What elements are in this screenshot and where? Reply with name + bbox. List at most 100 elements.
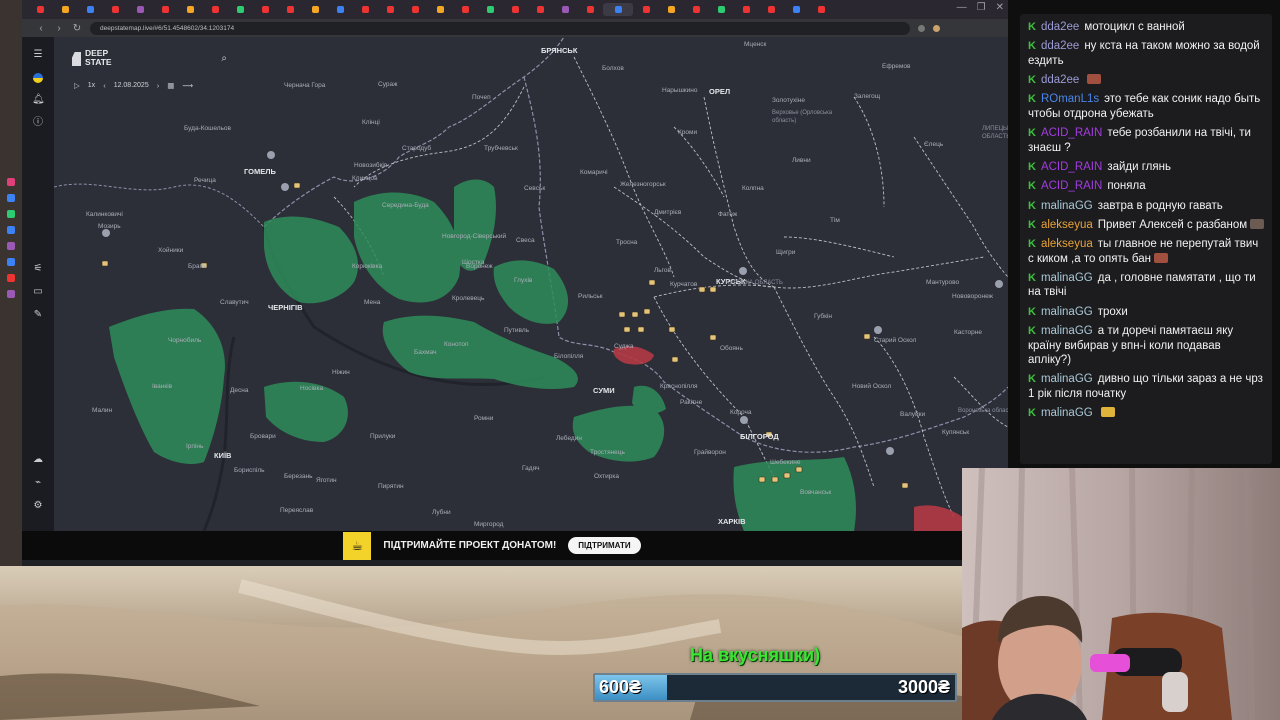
- taskbar-app-icon[interactable]: [7, 258, 15, 266]
- taskbar-app-icon[interactable]: [7, 274, 15, 282]
- browser-tab[interactable]: [503, 3, 527, 16]
- close-icon[interactable]: ✕: [996, 2, 1004, 13]
- calendar-icon[interactable]: ▦: [167, 81, 174, 90]
- draw-icon[interactable]: ✎: [32, 309, 44, 321]
- flag-icon[interactable]: [32, 72, 44, 84]
- chat-username[interactable]: ROmanL1s: [1041, 93, 1099, 105]
- donate-button[interactable]: ПІДТРИМАТИ: [568, 537, 641, 554]
- filters-icon[interactable]: ⚟: [32, 263, 44, 275]
- browser-tab[interactable]: [353, 3, 377, 16]
- chat-messages: Kdda2ee мотоцикл с ванной Kdda2ee ну кста н…: [1020, 14, 1272, 464]
- browser-tab[interactable]: [578, 3, 602, 16]
- browser-tab[interactable]: [128, 3, 152, 16]
- map-shapes: [54, 37, 1008, 531]
- minimize-icon[interactable]: —: [957, 2, 967, 13]
- profile-icon[interactable]: [933, 24, 940, 32]
- next-day-icon[interactable]: ›: [157, 81, 160, 90]
- back-icon[interactable]: ‹: [36, 23, 46, 34]
- tab-favicon-icon: [336, 6, 344, 13]
- notifications-icon[interactable]: 🔔︎: [32, 94, 45, 106]
- weather-icon[interactable]: ☁: [32, 454, 44, 466]
- taskbar-app-icon[interactable]: [7, 178, 15, 186]
- browser-tab[interactable]: [759, 3, 783, 16]
- play-icon[interactable]: ▷: [74, 81, 80, 90]
- taskbar-app-icon[interactable]: [7, 242, 15, 250]
- chat-username[interactable]: ACID_RAIN: [1041, 127, 1102, 139]
- browser-tab[interactable]: [303, 3, 327, 16]
- maximize-icon[interactable]: ❐: [977, 2, 986, 13]
- signal-icon[interactable]: ⌁: [32, 477, 44, 489]
- chat-username[interactable]: dda2ee: [1041, 21, 1079, 33]
- chat-username[interactable]: malinaGG: [1041, 373, 1093, 385]
- town-label: Тросна: [616, 239, 638, 246]
- layers-icon[interactable]: ▭: [32, 286, 44, 298]
- speed-selector[interactable]: 1x: [88, 82, 95, 89]
- chat-username[interactable]: dda2ee: [1041, 74, 1079, 86]
- browser-tab[interactable]: [603, 3, 633, 16]
- taskbar-app-icon[interactable]: [7, 290, 15, 298]
- browser-tab[interactable]: [103, 3, 127, 16]
- map-left-rail: ☰ 🔔︎ ⓘ ⚟ ▭ ✎ ☁ ⌁ ⚙: [22, 37, 54, 531]
- browser-tab[interactable]: [784, 3, 808, 16]
- browser-tab[interactable]: [28, 3, 52, 16]
- donation-goal-bar: 600₴ 3000₴: [593, 673, 957, 702]
- browser-tab[interactable]: [734, 3, 758, 16]
- browser-tab[interactable]: [478, 3, 502, 16]
- chat-username[interactable]: malinaGG: [1041, 306, 1093, 318]
- city-label: ГОМЕЛЬ: [244, 167, 276, 176]
- town-label: Носівка: [300, 385, 324, 392]
- browser-tab[interactable]: [203, 3, 227, 16]
- town-label: Вовчанськ: [800, 489, 832, 496]
- browser-tab[interactable]: [634, 3, 658, 16]
- url-input[interactable]: deepstatemap.live/#6/51.4548602/34.12031…: [90, 21, 910, 35]
- chat-text: трохи: [1097, 305, 1128, 318]
- browser-tab[interactable]: [453, 3, 477, 16]
- town-label: Хойники: [158, 247, 184, 254]
- browser-tab[interactable]: [153, 3, 177, 16]
- chat-username[interactable]: dda2ee: [1041, 40, 1079, 52]
- date-display[interactable]: 12.08.2025: [114, 82, 149, 89]
- browser-tab[interactable]: [178, 3, 202, 16]
- timelapse-icon[interactable]: ⟿: [182, 81, 193, 90]
- browser-tab[interactable]: [684, 3, 708, 16]
- browser-tab[interactable]: [253, 3, 277, 16]
- town-label: Курчатов: [670, 281, 698, 288]
- chat-username[interactable]: malinaGG: [1041, 272, 1093, 284]
- chat-message: Kdda2ee мотоцикл с ванной: [1028, 20, 1266, 35]
- chat-username[interactable]: ACID_RAIN: [1041, 180, 1102, 192]
- browser-tab[interactable]: [428, 3, 452, 16]
- chat-username[interactable]: malinaGG: [1041, 325, 1093, 337]
- info-icon[interactable]: ⓘ: [32, 117, 44, 129]
- taskbar-app-icon[interactable]: [7, 210, 15, 218]
- search-icon[interactable]: ⌕: [221, 53, 227, 64]
- map-canvas[interactable]: БРЯНСЬК ГОМЕЛЬ ЧЕРНІГІВ СУМИ ХАРКІВ КИЇВ…: [54, 37, 1008, 531]
- taskbar-app-icon[interactable]: [7, 226, 15, 234]
- extension-icon[interactable]: [918, 24, 925, 32]
- settings-icon[interactable]: ⚙: [32, 500, 44, 512]
- town-label: Середина-Буда: [382, 202, 429, 209]
- forward-icon[interactable]: ›: [54, 23, 64, 34]
- chat-message: Kalekseyua ты главное не перепутай твич с…: [1028, 237, 1266, 266]
- browser-tab[interactable]: [809, 3, 833, 16]
- chat-username[interactable]: alekseyua: [1041, 219, 1093, 231]
- chat-username[interactable]: malinaGG: [1041, 200, 1093, 212]
- browser-tab[interactable]: [403, 3, 427, 16]
- browser-tab[interactable]: [228, 3, 252, 16]
- taskbar-app-icon[interactable]: [7, 194, 15, 202]
- menu-icon[interactable]: ☰: [32, 49, 44, 61]
- browser-tab[interactable]: [328, 3, 352, 16]
- reload-icon[interactable]: ↻: [72, 23, 82, 34]
- browser-tab[interactable]: [53, 3, 77, 16]
- browser-tab[interactable]: [78, 3, 102, 16]
- browser-tab[interactable]: [528, 3, 552, 16]
- chat-username[interactable]: ACID_RAIN: [1041, 161, 1102, 173]
- browser-tab[interactable]: [278, 3, 302, 16]
- chat-username[interactable]: malinaGG: [1041, 407, 1093, 419]
- browser-tab[interactable]: [378, 3, 402, 16]
- deepstate-logo[interactable]: DEEP STATE: [72, 49, 112, 67]
- chat-username[interactable]: alekseyua: [1041, 238, 1093, 250]
- browser-tab[interactable]: [709, 3, 733, 16]
- browser-tab[interactable]: [659, 3, 683, 16]
- previous-day-icon[interactable]: ‹: [103, 81, 106, 90]
- browser-tab[interactable]: [553, 3, 577, 16]
